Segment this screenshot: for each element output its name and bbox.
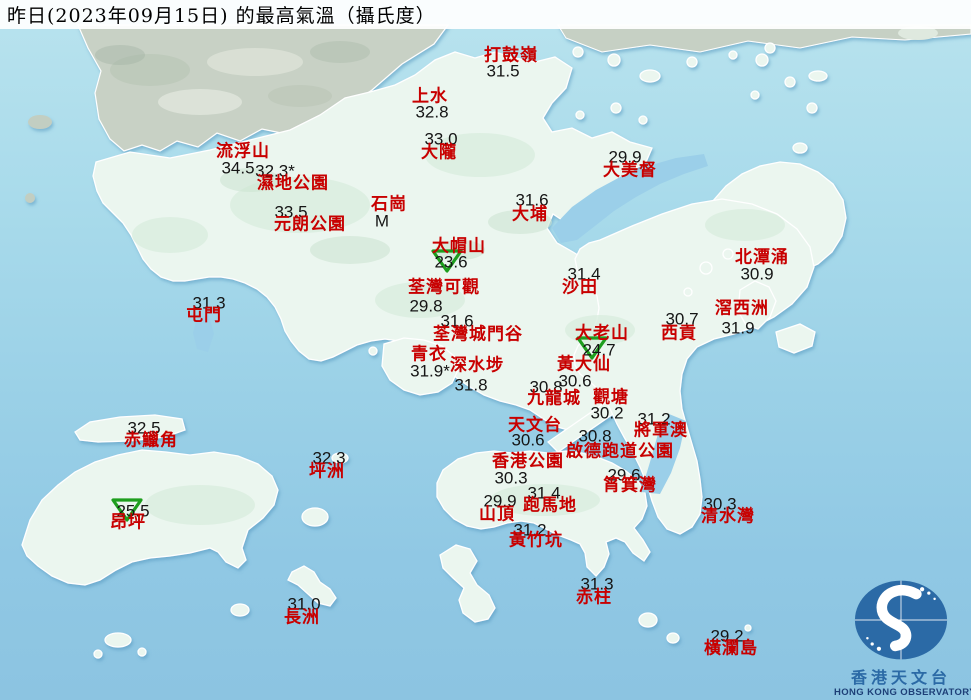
station-name-label: 清水灣 bbox=[701, 506, 755, 527]
station-name-label: 沙田 bbox=[562, 277, 598, 298]
station-value: 30.3 bbox=[494, 468, 528, 488]
station-value: 30.9 bbox=[740, 264, 774, 284]
station-name-label: 跑馬地 bbox=[523, 495, 577, 516]
hko-max-temperature-map: 昨日(2023年09月15日) 的最高氣溫（攝氏度） 31.5 打鼓嶺 32.8 上水… bbox=[0, 0, 971, 700]
station-name-label: 大隴 bbox=[421, 142, 457, 163]
station-name-label: 香港公園 bbox=[492, 451, 564, 472]
station-name-label: 赤鱲角 bbox=[124, 430, 178, 451]
station-value: 31.9* bbox=[410, 361, 450, 381]
station-value: 31.9 bbox=[721, 318, 755, 338]
station-name-label: 坪洲 bbox=[309, 461, 345, 482]
station-name-label: 流浮山 bbox=[216, 141, 270, 162]
station-name-label: 昂坪 bbox=[110, 512, 146, 533]
station-name-label: 山頂 bbox=[479, 504, 515, 525]
station-name-label: 青衣 bbox=[411, 344, 447, 365]
station-name-label: 黃大仙 bbox=[557, 354, 611, 375]
station-name-label: 筲箕灣 bbox=[603, 475, 657, 496]
page-title: 昨日(2023年09月15日) 的最高氣溫（攝氏度） bbox=[7, 5, 436, 27]
station-name-label: 西貢 bbox=[661, 323, 697, 344]
station-name-label: 長洲 bbox=[284, 607, 320, 628]
station-value: 34.5 bbox=[221, 158, 255, 178]
station-name-label: 元朗公園 bbox=[274, 214, 346, 235]
station-name-label: 上水 bbox=[412, 86, 448, 107]
station-name-label: 啟德跑道公園 bbox=[566, 441, 674, 462]
hko-logo-chinese-name: 香港天文台 bbox=[850, 668, 951, 688]
station-name-label: 橫瀾島 bbox=[704, 638, 758, 659]
station-name-label: 赤柱 bbox=[576, 587, 612, 608]
station-name-label: 天文台 bbox=[508, 415, 562, 436]
station-name-label: 荃灣可觀 bbox=[408, 277, 480, 298]
station-name-label: 大美督 bbox=[603, 160, 657, 181]
station-name-label: 九龍城 bbox=[527, 388, 581, 409]
station-name-label: 濕地公園 bbox=[257, 173, 329, 194]
station-name-label: 屯門 bbox=[186, 305, 222, 326]
station-value: M bbox=[374, 211, 390, 231]
station-name-label: 大老山 bbox=[575, 323, 629, 344]
hko-logo: 香港天文台 HONG KONG OBSERVATORY bbox=[834, 578, 971, 698]
station-value: 31.8 bbox=[454, 375, 488, 395]
station-name-label: 打鼓嶺 bbox=[484, 45, 538, 66]
hko-logo-icon bbox=[854, 580, 948, 660]
station-value: 30.6 bbox=[558, 371, 592, 391]
station-name-label: 荃灣城門谷 bbox=[433, 324, 523, 345]
station-name-label: 滘西洲 bbox=[715, 298, 769, 319]
stations-layer: 31.5 打鼓嶺 32.8 上水 33.0 大隴 34.5 流浮山 32.3* 濕地公園 33.5 元… bbox=[0, 0, 971, 700]
station-value: 29.8 bbox=[409, 296, 443, 316]
station-name-label: 深水埗 bbox=[450, 355, 504, 376]
station-name-label: 將軍澳 bbox=[634, 420, 688, 441]
station-name-label: 觀塘 bbox=[593, 387, 629, 408]
station-name-label: 黃竹坑 bbox=[509, 530, 563, 551]
station-name-label: 石崗 bbox=[371, 194, 407, 215]
station-name-label: 大帽山 bbox=[432, 236, 486, 257]
station-name-label: 北潭涌 bbox=[735, 247, 789, 268]
hko-logo-english-name: HONG KONG OBSERVATORY bbox=[834, 686, 971, 698]
station-name-label: 大埔 bbox=[512, 204, 548, 225]
title-bar: 昨日(2023年09月15日) 的最高氣溫（攝氏度） bbox=[0, 0, 971, 29]
